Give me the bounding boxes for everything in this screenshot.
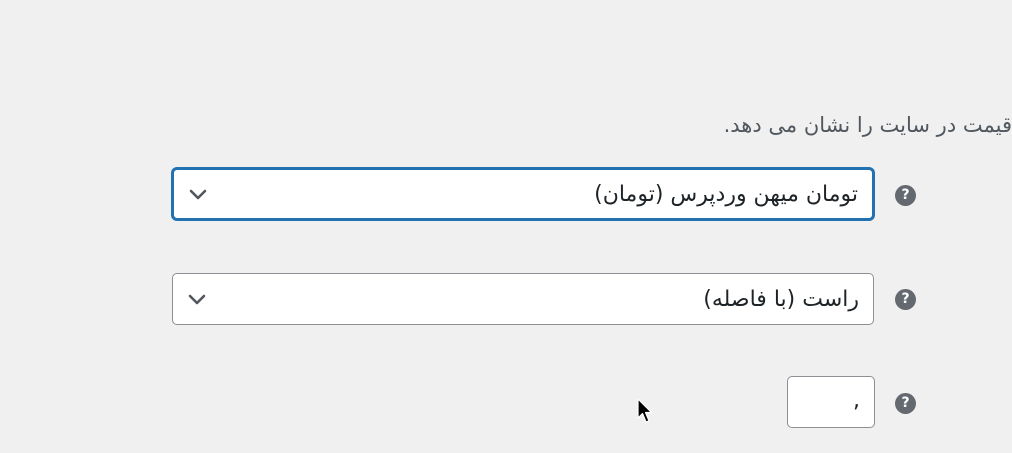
settings-page: قیمت در سایت را نشان می دهد. ? تومان میه… bbox=[0, 0, 1012, 453]
thousand-separator-input[interactable]: , bbox=[787, 376, 875, 428]
currency-position-select[interactable]: راست (با فاصله) bbox=[172, 273, 874, 325]
thousand-separator-help-icon[interactable]: ? bbox=[895, 393, 916, 414]
chevron-down-icon bbox=[188, 294, 206, 305]
field-description: قیمت در سایت را نشان می دهد. bbox=[723, 113, 1012, 137]
mouse-cursor-icon bbox=[637, 398, 653, 423]
currency-help-icon[interactable]: ? bbox=[895, 185, 916, 206]
currency-select[interactable]: تومان میهن وردپرس (تومان) bbox=[172, 168, 874, 220]
currency-position-help-icon[interactable]: ? bbox=[895, 289, 916, 310]
currency-position-select-value: راست (با فاصله) bbox=[703, 286, 859, 312]
currency-select-value: تومان میهن وردپرس (تومان) bbox=[594, 181, 858, 207]
chevron-down-icon bbox=[189, 189, 207, 200]
